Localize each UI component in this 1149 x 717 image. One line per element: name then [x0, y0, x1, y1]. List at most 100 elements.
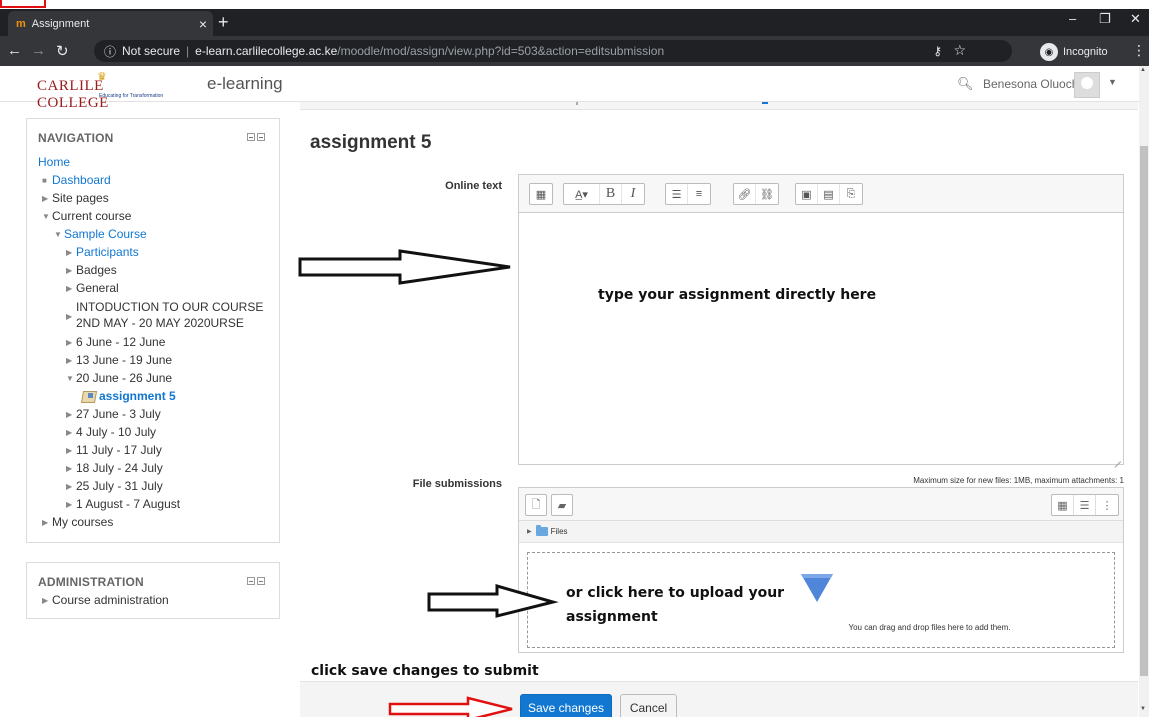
nav-assignment-5[interactable]: assignment 5 — [38, 389, 278, 407]
nav-item-label: 4 July - 10 July — [76, 425, 157, 439]
page-scrollbar[interactable]: ▲ ▼ — [1139, 66, 1149, 717]
site-logo[interactable]: ♛ CARLILE COLLEGE Educating for Transfor… — [37, 71, 177, 111]
nav-week-section[interactable]: ▶ 27 June - 3 July — [38, 407, 278, 425]
search-icon[interactable]: 🔍︎ — [957, 76, 974, 92]
expand-icon: ▶ — [66, 464, 73, 473]
bookmark-star-icon[interactable]: ☆ — [953, 42, 966, 59]
scrollbar-thumb[interactable] — [1140, 146, 1148, 676]
bullet-icon: ■ — [42, 176, 47, 185]
add-file-icon[interactable]: 🗋 — [525, 494, 547, 516]
create-folder-icon[interactable]: ▰ — [551, 494, 573, 516]
block-controls[interactable] — [247, 577, 265, 585]
back-icon[interactable]: ← — [7, 42, 22, 59]
files-folder-label[interactable]: Files — [551, 527, 568, 536]
save-changes-button[interactable]: Save changes — [520, 694, 612, 717]
nav-week-section[interactable]: ▶ 18 July - 24 July — [38, 461, 278, 479]
dock-block-icon[interactable] — [247, 577, 255, 585]
site-name[interactable]: e-learning — [207, 74, 283, 94]
insert-image-icon[interactable]: ▣ — [796, 184, 818, 204]
ordered-list-icon[interactable]: ≡ — [688, 184, 710, 204]
unordered-list-icon[interactable]: ☰ — [666, 184, 688, 204]
nav-course-administration[interactable]: ▶ Course administration — [42, 593, 169, 611]
collapse-block-icon[interactable] — [257, 577, 265, 585]
incognito-icon: ◉ — [1040, 43, 1058, 61]
forward-icon[interactable]: → — [31, 42, 46, 59]
nav-week-section[interactable]: ▶ 13 June - 19 June — [38, 353, 278, 371]
nav-home[interactable]: Home — [38, 155, 278, 173]
link-icon[interactable]: 🔗︎ — [734, 184, 756, 204]
view-list-icon[interactable]: ☰ — [1074, 495, 1096, 515]
view-icons-icon[interactable]: ▦ — [1052, 495, 1074, 515]
browser-menu-icon[interactable]: ⋮ — [1132, 42, 1146, 59]
tab-title: Assignment — [31, 17, 90, 30]
nav-week-section[interactable]: ▶ 25 July - 31 July — [38, 479, 278, 497]
nav-week-section[interactable]: ▶ 6 June - 12 June — [38, 335, 278, 353]
insert-media-icon[interactable]: ▤ — [818, 184, 840, 204]
unlink-icon[interactable]: ⛓ — [756, 184, 778, 204]
nav-general[interactable]: ▶ General — [38, 281, 278, 299]
expand-icon: ▶ — [66, 446, 73, 455]
nav-introduction-section[interactable]: ▶INTODUCTION TO OUR COURSE 2ND MAY - 20 … — [38, 299, 278, 335]
assignment-icon — [82, 389, 96, 401]
nav-dashboard[interactable]: ■ Dashboard — [38, 173, 278, 191]
close-window-icon[interactable]: ✕ — [1130, 11, 1141, 27]
info-icon[interactable]: ⓘ — [104, 43, 116, 60]
italic-icon[interactable]: I — [622, 184, 644, 204]
incognito-indicator[interactable]: ◉ Incognito — [1040, 42, 1108, 62]
dock-block-icon[interactable] — [247, 133, 255, 141]
reload-icon[interactable]: ↻ — [56, 42, 69, 60]
view-switcher: ▦ ☰ ⋮ — [1051, 494, 1119, 516]
nav-item-label: 13 June - 19 June — [76, 353, 173, 367]
nav-item-label: My courses — [52, 515, 114, 529]
annotation-upload-line2: assignment — [566, 609, 658, 625]
collapse-block-icon[interactable] — [257, 133, 265, 141]
nav-my-courses[interactable]: ▶ My courses — [38, 515, 278, 533]
online-text-editor: ▦ A̲▾ B I ☰ ≡ 🔗︎ ⛓ ▣ ▤ ⎘ — [518, 174, 1124, 465]
user-menu-caret-icon[interactable]: ▼ — [1108, 77, 1117, 87]
nav-item-label: 1 August - 7 August — [76, 497, 181, 511]
nav-item-label: General — [76, 281, 119, 295]
avatar[interactable] — [1074, 72, 1100, 98]
view-tree-icon[interactable]: ⋮ — [1096, 495, 1118, 515]
tab-close-icon[interactable]: × — [193, 16, 213, 32]
expand-icon: ▶ — [66, 284, 73, 293]
resize-grip-icon[interactable] — [1113, 454, 1121, 462]
nav-week-section[interactable]: ▶ 1 August - 7 August — [38, 497, 278, 515]
block-controls[interactable] — [247, 133, 265, 141]
page-title: assignment 5 — [310, 132, 432, 153]
scroll-down-icon[interactable]: ▼ — [1140, 706, 1146, 712]
annotation-arrow-upload — [427, 584, 559, 618]
online-text-input[interactable] — [519, 213, 1123, 464]
file-manager: 🗋 ▰ ▦ ☰ ⋮ ▶ Files You can drag and drop … — [518, 487, 1124, 653]
nav-week-section[interactable]: ▶ 11 July - 17 July — [38, 443, 278, 461]
browser-tab[interactable]: m Assignment × — [8, 11, 213, 36]
nav-current-course[interactable]: ▼ Current course — [38, 209, 278, 227]
key-icon[interactable]: ⚷ — [933, 44, 942, 58]
expand-icon: ▶ — [42, 194, 49, 203]
expand-icon: ▶ — [42, 596, 49, 605]
nav-week-section[interactable]: ▶ 4 July - 10 July — [38, 425, 278, 443]
nav-item-label: Sample Course — [64, 227, 147, 241]
user-name[interactable]: Benesona Oluoch — [983, 77, 1078, 91]
nav-participants[interactable]: ▶ Participants — [38, 245, 278, 263]
nav-item-label: 6 June - 12 June — [76, 335, 166, 349]
nav-site-pages[interactable]: ▶ Site pages — [38, 191, 278, 209]
url-field[interactable]: ⓘ Not secure | e-learn.carlilecollege.ac… — [94, 40, 1012, 62]
bold-icon[interactable]: B — [600, 184, 622, 204]
show-more-buttons-icon[interactable]: ▦ — [530, 184, 552, 204]
moodle-navbar: ♛ CARLILE COLLEGE Educating for Transfor… — [0, 66, 1139, 111]
file-manager-toolbar: 🗋 ▰ ▦ ☰ ⋮ — [519, 488, 1123, 521]
expand-icon[interactable]: ▶ — [527, 528, 532, 535]
manage-files-icon[interactable]: ⎘ — [840, 184, 862, 204]
nav-sample-course[interactable]: ▼ Sample Course — [38, 227, 278, 245]
nav-badges[interactable]: ▶ Badges — [38, 263, 278, 281]
toolbar-group: A̲▾ B I — [563, 183, 645, 205]
font-style-icon[interactable]: A̲▾ — [564, 184, 600, 204]
nav-week-section-current[interactable]: ▼ 20 June - 26 June — [38, 371, 278, 389]
restore-icon[interactable]: ❐ — [1099, 11, 1111, 27]
scroll-up-icon[interactable]: ▲ — [1140, 67, 1146, 73]
cancel-button[interactable]: Cancel — [620, 694, 677, 717]
minimize-icon[interactable]: – — [1069, 11, 1076, 26]
folder-icon — [535, 525, 548, 536]
new-tab-icon[interactable]: + — [218, 12, 229, 33]
